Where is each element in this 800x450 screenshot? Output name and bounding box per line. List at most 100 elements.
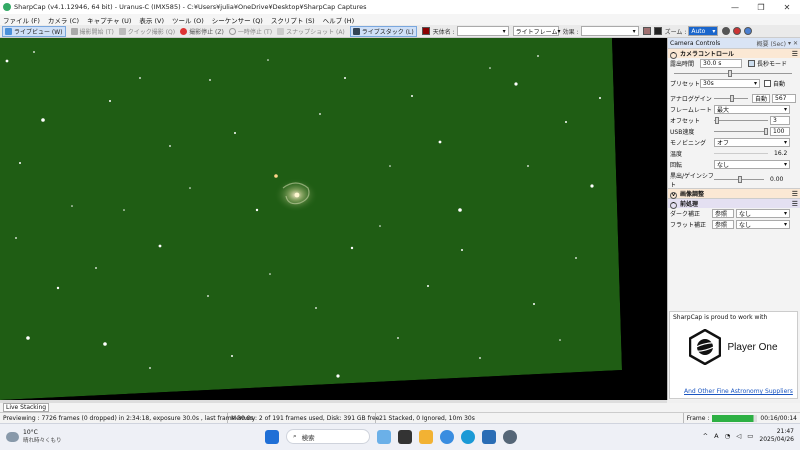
menu-scripting[interactable]: スクリプト (S) [271,15,315,25]
pin-icon[interactable]: ▾ [788,40,791,47]
chrome-icon[interactable] [440,429,454,444]
effect-select[interactable]: ▾ [580,26,639,36]
menu-capture[interactable]: キャプチャ (U) [87,15,131,25]
player-one-icon [689,329,722,365]
object-name-label: 天体名 : [432,28,455,36]
preprocess-section[interactable]: ^ 前処理 ☰ [668,198,800,209]
menu-icon[interactable]: ☰ [792,190,798,198]
store-icon[interactable] [482,429,496,444]
usb-input[interactable]: 100 [770,127,790,136]
search-box[interactable]: ⌕ 検索 [286,429,370,444]
sharpcap-app-icon [3,3,11,11]
weather-widget[interactable]: 10°C 晴れ時々くもり [6,429,62,444]
target-icon[interactable] [421,27,430,35]
pause-icon [228,27,236,35]
image-viewer[interactable] [0,38,667,400]
stop-capture-button[interactable]: 撮影停止 (Z) [180,27,224,36]
frame-type-select[interactable]: ライトフレーム ▾ [512,26,561,36]
sharpcap-taskbar-icon[interactable] [503,429,517,444]
quick-capture-button[interactable]: クイック撮影 (Q) [118,27,175,36]
histogram-icon[interactable] [653,27,662,35]
flat-select[interactable]: なし ▾ [736,220,790,229]
capture-icon [70,27,78,35]
mono-select[interactable]: オフ ▾ [714,138,790,147]
panel-header-right[interactable]: 概要 (Sec) [757,39,786,48]
close-button[interactable]: ✕ [774,0,800,14]
wifi-icon[interactable]: ◔ [725,432,731,440]
frame-status: Frame : 00:16/00:14 [684,413,800,423]
offset-label: オフセット [670,118,701,125]
maximize-button[interactable]: ❐ [748,0,774,14]
expand-icon: v [670,191,677,199]
battery-icon[interactable]: ▭ [747,432,753,440]
black-level-value: 0.00 [770,176,784,183]
search-icon[interactable] [744,27,753,35]
exposure-slider[interactable] [674,69,792,77]
usb-slider[interactable] [714,127,768,135]
snapshot-button[interactable]: スナップショット (A) [277,27,345,36]
gain-auto-button[interactable]: 自動 [752,94,770,103]
player-one-logo[interactable]: Player One [670,329,797,365]
widgets-icon[interactable] [377,429,391,444]
usb-value: 100 [773,128,785,135]
preset-auto-checkbox[interactable] [764,80,771,87]
search-placeholder: 検索 [301,433,315,442]
zoom-select[interactable]: Auto ▾ [688,26,719,36]
clock[interactable]: 21:47 2025/04/26 [759,428,794,444]
rotate-value: なし [717,162,730,169]
exposure-row: 露出時間 30.0 s 長秒モード [668,58,800,69]
menu-icon[interactable]: ☰ [792,200,798,208]
live-view-button[interactable]: ライブビュー (W) [2,25,66,37]
offset-slider[interactable] [714,116,768,124]
dark-browse-button[interactable]: 参照 [712,209,734,218]
image-adjust-section[interactable]: v 画像調整 ☰ [668,188,800,199]
menu-help[interactable]: ヘルプ (H) [323,15,355,25]
file-explorer-icon[interactable] [419,429,433,444]
menu-camera[interactable]: カメラ (C) [48,15,79,25]
flat-browse-button[interactable]: 参照 [712,220,734,229]
long-exposure-checkbox[interactable] [748,60,755,67]
task-view-icon[interactable] [398,429,412,444]
preview-status: Previewing : 7726 frames (0 dropped) in … [0,413,254,423]
weather-text: 晴れ時々くもり [23,438,62,444]
analog-gain-slider[interactable] [714,94,748,102]
camera-controls-section[interactable]: ^ カメラコントロール ☰ [668,48,800,59]
start-capture-button[interactable]: 撮影開始 (T) [70,27,114,36]
menu-file[interactable]: ファイル (F) [3,15,40,25]
object-name-select[interactable]: ▾ [456,26,509,36]
chevron-up-icon[interactable]: ^ [703,432,708,440]
live-stacking-tab[interactable]: Live Stacking [3,403,50,412]
menu-sequencer[interactable]: シーケンサー (Q) [212,15,263,25]
minimize-button[interactable]: — [722,0,748,14]
close-icon[interactable]: ✕ [793,40,798,47]
flat-label: フラット補正 [670,222,707,229]
menu-view[interactable]: 表示 (V) [139,15,164,25]
edge-icon[interactable] [461,429,475,444]
pause-button[interactable]: 一時停止 (T) [228,27,272,36]
rotate-select[interactable]: なし ▾ [714,160,790,169]
volume-icon[interactable]: ◁ [736,432,741,440]
frame-type-value: ライトフレーム [515,28,558,36]
menu-tools[interactable]: ツール (O) [172,15,204,25]
suppliers-link[interactable]: And Other Fine Astronomy Suppliers [684,388,793,395]
black-level-slider[interactable] [714,175,764,183]
reticle-icon[interactable] [733,27,742,35]
preset-select[interactable]: 30s ▾ [700,79,760,88]
camera-controls-title: カメラコントロール [680,50,735,58]
dark-select[interactable]: なし ▾ [736,209,790,218]
preset-label: プリセット [670,81,701,88]
frame-rate-select[interactable]: 最大 ▾ [714,105,790,114]
exposure-input[interactable]: 30.0 s [700,59,742,68]
chevron-down-icon: ▾ [712,27,716,35]
offset-input[interactable]: 3 [770,116,790,125]
live-stack-button[interactable]: ライブスタック (L) [349,25,417,37]
cloud-icon [6,431,19,442]
ime-indicator[interactable]: A [714,432,718,440]
color-icon[interactable] [642,27,651,35]
main-toolbar: ライブビュー (W) 撮影開始 (T) クイック撮影 (Q) 撮影停止 (Z) … [0,25,800,38]
start-icon[interactable] [265,429,279,444]
panel-header: Camera Controls 概要 (Sec) ▾ ✕ [668,38,800,48]
menu-icon[interactable]: ☰ [792,50,798,58]
analog-gain-input[interactable]: 567 [772,94,796,103]
crosshair-icon[interactable] [722,27,731,35]
